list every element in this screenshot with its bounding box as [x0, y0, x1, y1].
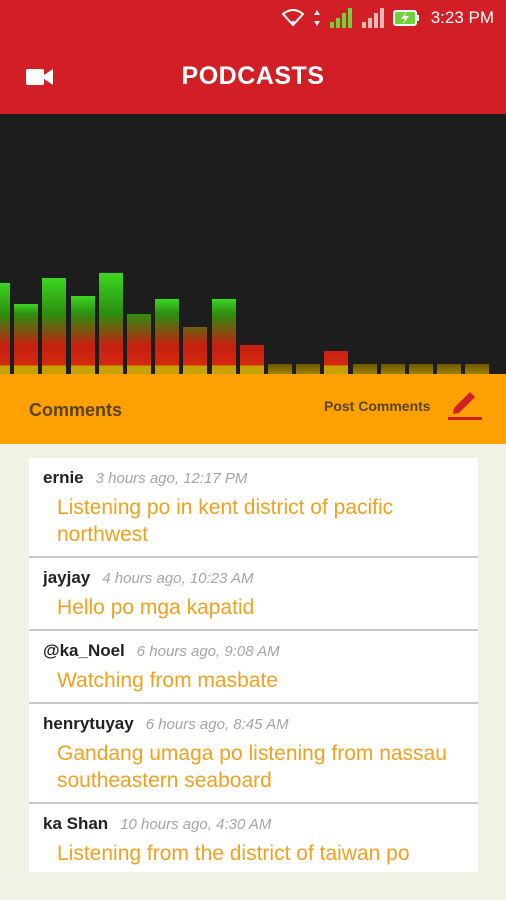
comment-time: 4 hours ago, 10:23 AM	[102, 570, 254, 587]
visualizer-bar	[380, 364, 405, 374]
visualizer-bar	[409, 364, 433, 374]
video-camera-icon[interactable]	[26, 66, 56, 88]
signal-icon	[361, 8, 385, 28]
status-bar: 3:23 PM	[0, 0, 506, 36]
comment-time: 3 hours ago, 12:17 PM	[95, 470, 248, 487]
app-bar: PODCASTS	[0, 40, 506, 112]
comment-user: @ka_Noel	[43, 641, 125, 660]
visualizer-bar	[98, 273, 123, 374]
page-title: PODCASTS	[181, 61, 325, 90]
visualizer-bar	[239, 345, 264, 374]
comment-item[interactable]: henrytuyay 6 hours ago, 8:45 AM Gandang um…	[29, 704, 478, 804]
comment-item[interactable]: @ka_Noel 6 hours ago, 9:08 AM Watching fro…	[29, 631, 478, 704]
data-transfer-icon	[313, 9, 321, 27]
comment-item[interactable]: ernie 3 hours ago, 12:17 PM Listening po i…	[29, 458, 478, 558]
comment-time: 10 hours ago, 4:30 AM	[120, 816, 272, 833]
comment-time: 6 hours ago, 8:45 AM	[145, 716, 289, 733]
comment-user: jayjay	[43, 568, 91, 587]
wifi-icon	[281, 9, 305, 27]
visualizer-bar	[183, 327, 208, 374]
visualizer-bar	[14, 304, 39, 374]
comment-user: ka Shan	[43, 814, 109, 833]
audio-visualizer	[0, 114, 506, 374]
comment-text: Listening po in kent district of pacific…	[57, 496, 394, 546]
post-comments-label: Post Comments	[324, 398, 431, 414]
comment-user: henrytuyay	[43, 714, 134, 733]
comment-text: Gandang umaga po listening from nassau s…	[57, 742, 447, 792]
app-header: 3:23 PM PODCASTS	[0, 0, 506, 114]
status-time: 3:23 PM	[430, 8, 494, 27]
visualizer-bar	[352, 364, 377, 374]
visualizer-bar	[127, 314, 151, 374]
comment-text: Listening from the district of taiwan po	[57, 842, 410, 865]
visualizer-bar	[211, 299, 236, 374]
comment-text: Watching from masbate	[57, 669, 278, 692]
visualizer-bar	[437, 364, 462, 374]
visualizer-bar	[0, 283, 10, 374]
visualizer-bar	[70, 296, 95, 374]
visualizer-bar	[268, 364, 292, 374]
comment-meta: @ka_Noel 6 hours ago, 9:08 AM	[43, 641, 464, 661]
pencil-icon	[446, 386, 482, 420]
comment-time: 6 hours ago, 9:08 AM	[136, 643, 280, 660]
comment-item[interactable]: ka Shan 10 hours ago, 4:30 AM Listening fr…	[29, 804, 478, 872]
comment-user: ernie	[43, 468, 84, 487]
comment-list[interactable]: ernie 3 hours ago, 12:17 PM Listening po i…	[29, 458, 478, 872]
comment-meta: ka Shan 10 hours ago, 4:30 AM	[43, 814, 464, 834]
battery-charging-icon	[392, 9, 421, 27]
visualizer-bar	[42, 278, 67, 374]
comment-meta: henrytuyay 6 hours ago, 8:45 AM	[43, 714, 464, 734]
comments-label: Comments	[29, 400, 123, 420]
visualizer-bar	[296, 364, 321, 374]
comment-meta: ernie 3 hours ago, 12:17 PM	[43, 468, 464, 488]
comment-item[interactable]: jayjay 4 hours ago, 10:23 AM Hello po mga …	[29, 558, 478, 631]
comment-text: Hello po mga kapatid	[57, 596, 255, 619]
comment-meta: jayjay 4 hours ago, 10:23 AM	[43, 568, 464, 588]
comments-header: Comments Post Comments	[0, 374, 506, 444]
signal-icon	[329, 8, 353, 28]
visualizer-bar	[465, 364, 490, 374]
visualizer-bar	[324, 351, 349, 374]
post-comments-button[interactable]: Post Comments	[322, 392, 484, 428]
visualizer-bar	[155, 299, 180, 374]
